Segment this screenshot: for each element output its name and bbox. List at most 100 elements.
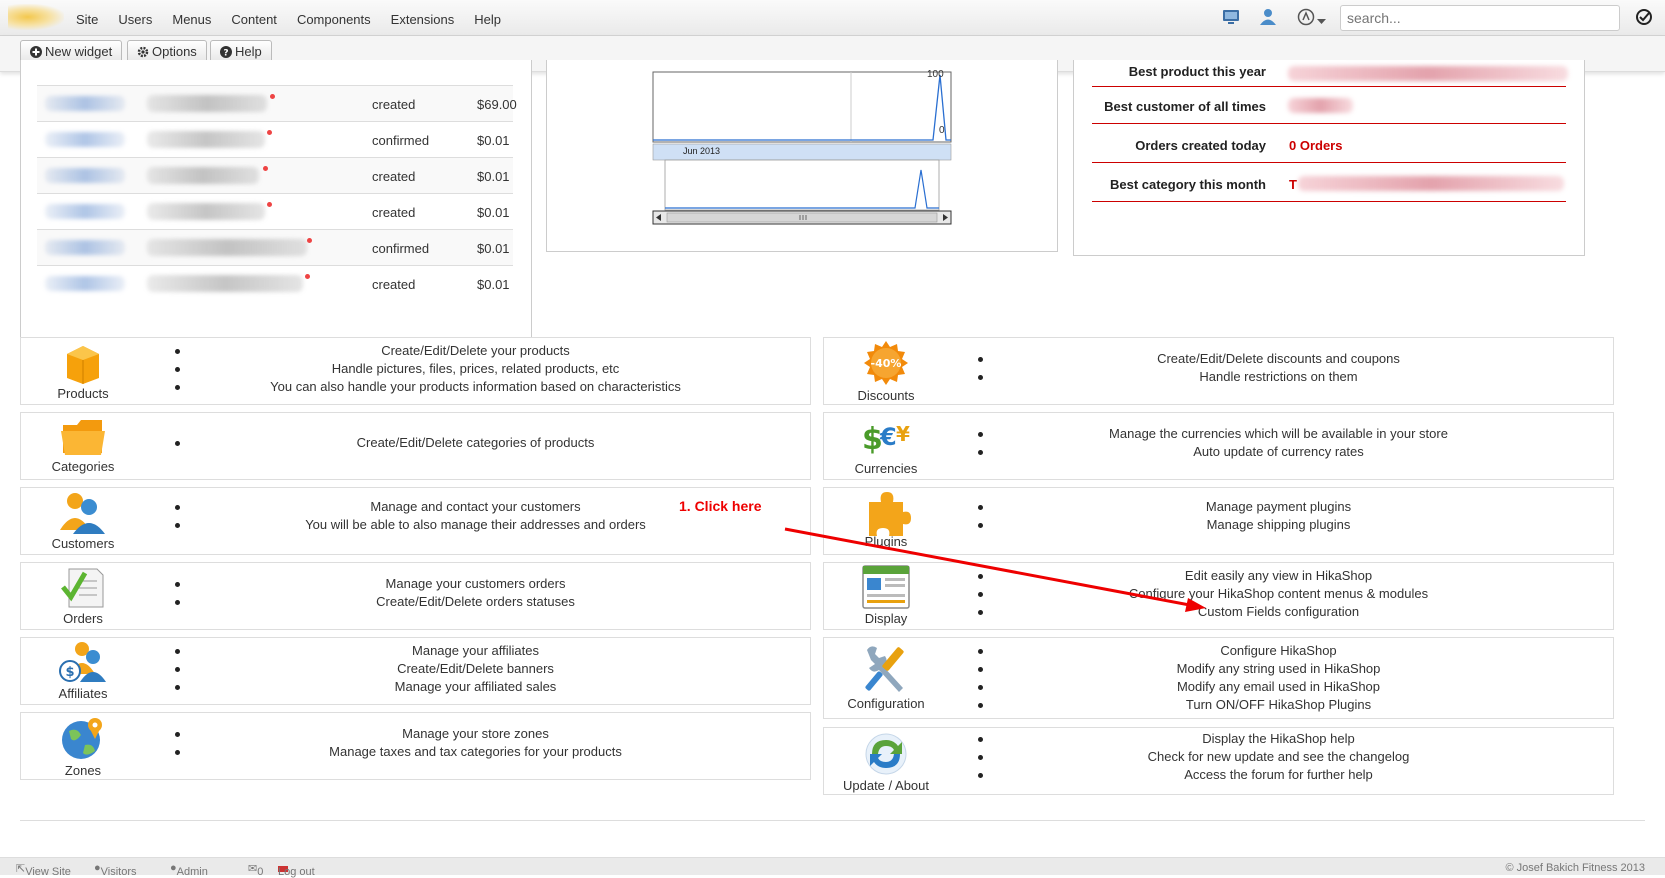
menu-components[interactable]: Components [287,0,381,36]
order-row[interactable]: created $0.01 [37,157,513,193]
svg-text:$: $ [65,665,74,680]
feature-discounts[interactable]: -40% Discounts Create/Edit/Delete discou… [823,337,1614,405]
checkmark-circle-icon[interactable] [1635,8,1653,29]
affiliates-link[interactable]: $ Affiliates [37,640,129,701]
order-row[interactable]: created $69.00 [37,85,517,121]
stat-label: Orders created today [1135,138,1266,153]
order-number[interactable] [45,204,125,219]
order-number[interactable] [45,168,125,183]
configuration-link[interactable]: Configuration [840,642,932,711]
zones-label: Zones [64,763,102,778]
update-about-link[interactable]: Update / About [840,732,932,793]
messages-count[interactable]: ✉ 0 [248,862,263,878]
refresh-icon [865,733,907,775]
plugins-link[interactable]: Plugins [840,488,932,549]
order-total: $0.01 [477,169,510,184]
list-item: Modify any email used in HikaShop [944,678,1613,696]
feature-update-about[interactable]: Update / About Display the HikaShop help… [823,727,1614,795]
customers-link[interactable]: Customers [37,490,129,551]
list-item: Access the forum for further help [944,766,1613,784]
order-number[interactable] [45,240,125,255]
menu-menus[interactable]: Menus [162,0,221,36]
list-item: Create/Edit/Delete orders statuses [141,593,810,611]
order-number[interactable] [45,132,125,147]
display-link[interactable]: Display [840,565,932,626]
order-row[interactable]: confirmed $0.01 [37,121,513,157]
status-dot [305,274,310,279]
messages-count-value: 0 [257,866,264,878]
latest-orders-panel: created $69.00 confirmed $0.01 created $0.01 c… [20,60,532,338]
products-link[interactable]: Products [37,342,129,401]
order-total: $0.01 [477,277,510,292]
currencies-link[interactable]: $ € ¥ Currencies [840,415,932,476]
list-item: Manage your store zones [141,725,810,743]
order-number[interactable] [45,96,125,111]
menu-help[interactable]: Help [464,0,511,36]
customer-name [147,239,307,256]
order-row[interactable]: created $0.01 [37,265,513,301]
footer-divider [20,820,1645,821]
joomla-logo[interactable] [8,4,64,30]
stat-label: Best product this year [1128,64,1266,79]
zones-link[interactable]: Zones [37,715,129,778]
feature-products[interactable]: Products Create/Edit/Delete your product… [20,337,811,405]
list-item: Create/Edit/Delete discounts and coupons [944,350,1613,368]
main-menu: Site Users Menus Content Components Exte… [66,0,511,36]
order-status: confirmed [372,133,430,148]
statistics-panel: Best product this year Best customer of … [1073,60,1585,256]
chevron-down-icon[interactable] [1317,13,1326,28]
admin-count: ● Admin [170,862,208,878]
menu-content[interactable]: Content [221,0,287,36]
list-item: Manage shipping plugins [944,516,1613,534]
admin-label: Admin [176,866,208,878]
currencies-label: Currencies [854,461,918,476]
stat-orders-today: Orders created today 0 Orders [1092,126,1566,163]
list-item: Manage your customers orders [141,575,810,593]
categories-link[interactable]: Categories [37,417,129,474]
list-item: Create/Edit/Delete your products [141,342,810,360]
status-dot [267,130,272,135]
stat-label: Best category this month [1109,177,1266,192]
user-icon[interactable] [1259,8,1277,29]
search-input[interactable] [1340,5,1620,31]
monitor-icon[interactable] [1222,8,1240,29]
feature-configuration[interactable]: Configuration Configure HikaShop Modify … [823,637,1614,719]
list-item: Auto update of currency rates [944,443,1613,461]
feature-currencies[interactable]: $ € ¥ Currencies Manage the currencies whi… [823,412,1614,480]
joomla-icon[interactable] [1297,8,1315,29]
stat-value: 0 Orders [1289,138,1343,153]
list-item: Display the HikaShop help [944,730,1613,748]
order-row[interactable]: created $0.01 [37,193,513,229]
feature-affiliates[interactable]: $ Affiliates Manage your affiliates Crea… [20,637,811,705]
orders-link[interactable]: Orders [37,565,129,626]
gear-icon [137,46,149,58]
order-status: created [372,277,416,292]
view-site-link[interactable]: ⇱ View Site [16,862,71,878]
list-item: Handle pictures, files, prices, related … [141,360,810,378]
feature-orders[interactable]: Orders Manage your customers orders Crea… [20,562,811,630]
status-dot [267,202,272,207]
feature-zones[interactable]: Zones Manage your store zones Manage tax… [20,712,811,780]
list-item: Create/Edit/Delete categories of product… [141,434,810,452]
list-item: Manage your affiliates [141,642,810,660]
chart-date-label: Jun 2013 [683,146,721,156]
question-circle-icon: ? [220,46,232,59]
menu-extensions[interactable]: Extensions [381,0,465,36]
menu-site[interactable]: Site [66,0,108,36]
customer-name [147,95,267,112]
plus-circle-icon [30,46,42,58]
feature-display[interactable]: Display Edit easily any view in HikaShop… [823,562,1614,630]
discounts-link[interactable]: -40% Discounts [840,340,932,403]
order-row[interactable]: confirmed $0.01 [37,229,513,265]
svg-text:€: € [879,423,897,451]
customer-name [147,131,265,148]
order-status: created [372,205,416,220]
order-number[interactable] [45,276,125,291]
list-item: Create/Edit/Delete banners [141,660,810,678]
list-item: Manage payment plugins [944,498,1613,516]
feature-plugins[interactable]: Plugins Manage payment plugins Manage sh… [823,487,1614,555]
list-item: Configure your HikaShop content menus & … [944,585,1613,603]
status-bar: ⇱ View Site ● Visitors ● Admin ✉ 0 Log o… [0,857,1665,878]
menu-users[interactable]: Users [108,0,162,36]
feature-categories[interactable]: Categories Create/Edit/Delete categories… [20,412,811,480]
